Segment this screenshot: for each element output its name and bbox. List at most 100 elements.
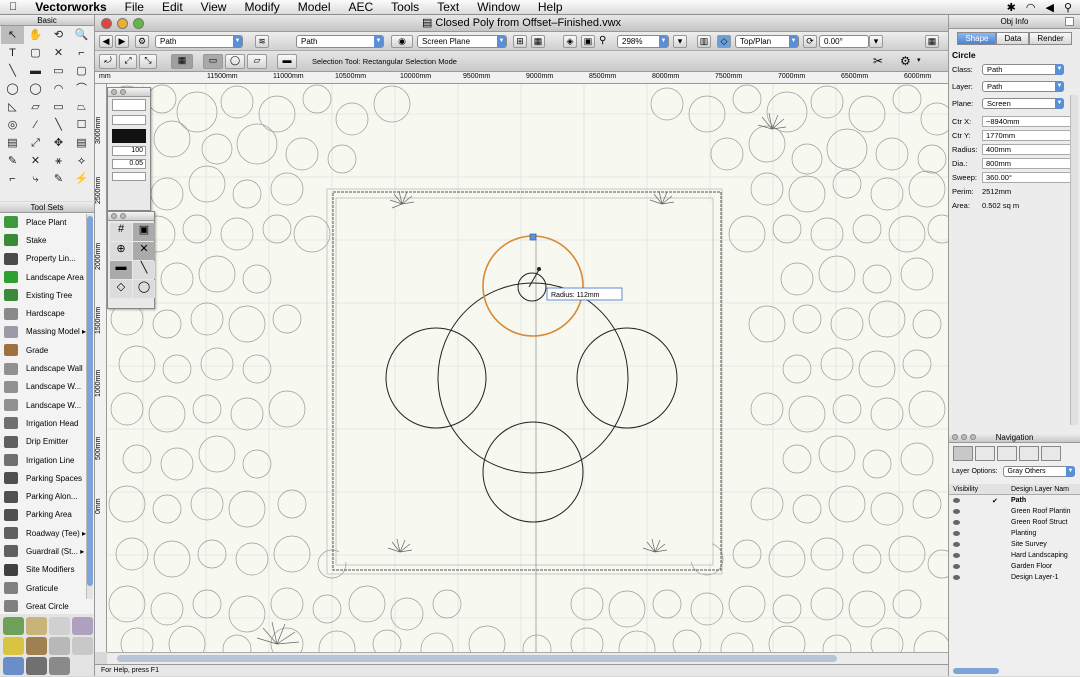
close-palette-icon[interactable] — [952, 434, 958, 440]
zoom-tool-icon[interactable]: 🔍 — [70, 26, 93, 44]
smart-points-icon[interactable]: ✕ — [133, 242, 155, 260]
fill-style-icon[interactable] — [112, 99, 146, 111]
flyover-tool-icon[interactable]: ⟲ — [47, 26, 70, 44]
toolset-item[interactable]: Site Modifiers — [0, 561, 94, 579]
scroll-thumb[interactable] — [117, 655, 837, 662]
layer-row[interactable]: Design Layer-1 — [949, 572, 1080, 583]
layer-visibility[interactable]: ✔ — [949, 495, 1011, 506]
layer-visibility[interactable] — [949, 572, 1011, 583]
working-plane-icon[interactable]: ⊞ — [513, 35, 527, 48]
snap-to-angle-icon[interactable]: ⊕ — [110, 242, 132, 260]
landmark-toolset-icon[interactable] — [26, 617, 47, 635]
name-column-header[interactable]: Design Layer Nam — [1011, 484, 1080, 494]
pencil-tool-icon[interactable]: ✎ — [47, 170, 70, 188]
rotate-mode-icon[interactable]: ⤾ — [99, 54, 117, 69]
render-mode-icon[interactable]: ▥ — [697, 35, 711, 48]
trim-tool-icon[interactable]: ⤷ — [24, 170, 47, 188]
toolset-item[interactable]: Place Plant — [0, 213, 94, 231]
layer-row[interactable]: Site Survey — [949, 539, 1080, 550]
layer-row[interactable]: Hard Landscaping — [949, 550, 1080, 561]
eye-icon[interactable] — [953, 575, 960, 580]
sheet-layers-tab-icon[interactable] — [997, 446, 1017, 461]
pan-tool-icon[interactable]: ✋ — [24, 26, 47, 44]
menu-tools[interactable]: Tools — [382, 0, 428, 15]
toolset-item[interactable]: Hardscape — [0, 304, 94, 322]
obj-info-scrollbar[interactable] — [1070, 95, 1078, 425]
layer-visibility[interactable] — [949, 517, 1011, 528]
pen-color-icon[interactable] — [112, 129, 146, 143]
zoom-field[interactable]: 298% ▼ — [617, 35, 669, 48]
gears-toolset-icon[interactable] — [49, 657, 70, 675]
dims-notes-toolset-icon[interactable] — [72, 637, 93, 655]
shape-field-input[interactable]: −8940mm — [982, 115, 1076, 127]
connect-tool-icon[interactable]: ⚹ — [47, 152, 70, 170]
locus-tool-icon[interactable]: ✕ — [47, 44, 70, 62]
layer-row[interactable]: Garden Floor — [949, 561, 1080, 572]
selection-handle[interactable] — [529, 233, 537, 241]
shape-field-input[interactable]: 400mm — [982, 143, 1076, 155]
grid-icon[interactable]: ▦ — [531, 35, 545, 48]
oval-tool-icon[interactable]: ◯ — [24, 80, 47, 98]
layer-visibility[interactable] — [949, 528, 1011, 539]
building-shell-toolset-icon[interactable] — [49, 617, 70, 635]
standard-view-dropdown[interactable]: Top/Plan ▼ — [735, 35, 799, 48]
visualization-toolset-icon[interactable] — [3, 657, 24, 675]
polygon-selection-icon[interactable]: ▱ — [247, 54, 267, 69]
tool-preferences-icon[interactable]: ⚙ — [900, 54, 911, 68]
fillet-tool-icon[interactable]: ⟡ — [70, 152, 93, 170]
drawing-area[interactable]: Radius: 112mm — [107, 84, 948, 652]
classes-tab-icon[interactable] — [953, 446, 973, 461]
collapse-palette-icon[interactable] — [961, 434, 967, 440]
volume-icon[interactable]: ◀ — [1045, 1, 1053, 14]
toolset-item[interactable]: Massing Model ▸ — [0, 323, 94, 341]
tab-render[interactable]: Render — [1029, 32, 1072, 45]
drawing-canvas[interactable]: Radius: 112mm — [107, 84, 948, 652]
lasso-selection-icon[interactable]: ◯ — [225, 54, 245, 69]
opacity-field[interactable]: 100 — [112, 146, 146, 156]
minimize-window-button[interactable] — [117, 18, 128, 29]
polygon-tool-icon[interactable]: ▱ — [24, 98, 47, 116]
toolset-item[interactable]: Landscape Wall — [0, 359, 94, 377]
zoom-menu-icon[interactable]: ▾ — [673, 35, 687, 48]
navigation-scroll-thumb[interactable] — [953, 668, 999, 674]
line-thickness-field[interactable]: 0.05 — [112, 159, 146, 169]
tool-sets-scrollbar[interactable] — [86, 214, 93, 599]
scroll-thumb[interactable] — [87, 216, 93, 586]
callout-tool-icon[interactable]: ▢ — [24, 44, 47, 62]
apple-menu[interactable]:  — [0, 0, 26, 15]
grid-snap-mode-icon[interactable]: ▦ — [171, 54, 193, 69]
spiral-tool-icon[interactable]: ◎ — [1, 116, 24, 134]
attribute-mapping-tool-icon[interactable]: ☐ — [70, 116, 93, 134]
wifi-icon[interactable]: ◠ — [1026, 1, 1036, 14]
dimension-tool-icon[interactable]: ⌐ — [70, 44, 93, 62]
clip-tool-icon[interactable]: ▤ — [1, 134, 24, 152]
plane-dropdown[interactable]: Screen Plane ▼ — [417, 35, 507, 48]
layer-row[interactable]: Planting — [949, 528, 1080, 539]
snap-to-distance-icon[interactable]: ╲ — [133, 261, 155, 279]
viewports-tab-icon[interactable] — [1019, 446, 1039, 461]
layer-select[interactable]: Path ▼ — [982, 80, 1064, 92]
layer-visibility[interactable] — [949, 561, 1011, 572]
layer-visibility[interactable] — [949, 506, 1011, 517]
toolset-item[interactable]: Roadway (Tee) ▸ — [0, 524, 94, 542]
menu-edit[interactable]: Edit — [153, 0, 192, 15]
app-menu[interactable]: Vectorworks — [26, 0, 115, 15]
tab-shape[interactable]: Shape — [957, 32, 997, 45]
arc-tool-icon[interactable]: ◠ — [47, 80, 70, 98]
rotation-stepper-icon[interactable]: ▾ — [869, 35, 883, 48]
close-palette-icon[interactable] — [111, 213, 117, 219]
menu-file[interactable]: File — [116, 0, 153, 15]
view-options-icon[interactable]: ▦ — [925, 35, 939, 48]
double-line-tool-icon[interactable]: ▬ — [24, 62, 47, 80]
class-select[interactable]: Path ▼ — [982, 63, 1064, 75]
horizontal-scrollbar[interactable] — [107, 652, 948, 664]
reshape-mode-icon[interactable]: ⤢ — [119, 54, 137, 69]
eye-icon[interactable] — [953, 498, 960, 503]
toolset-item[interactable]: Drip Emitter — [0, 433, 94, 451]
layer-options-select[interactable]: Gray Others ▼ — [1002, 465, 1075, 477]
toolset-item[interactable]: Stake — [0, 231, 94, 249]
eye-icon[interactable] — [953, 553, 960, 558]
visibility-tool-icon[interactable]: ⚡ — [70, 170, 93, 188]
spotlight-toolset-icon[interactable] — [3, 637, 24, 655]
eye-icon[interactable] — [953, 509, 960, 514]
